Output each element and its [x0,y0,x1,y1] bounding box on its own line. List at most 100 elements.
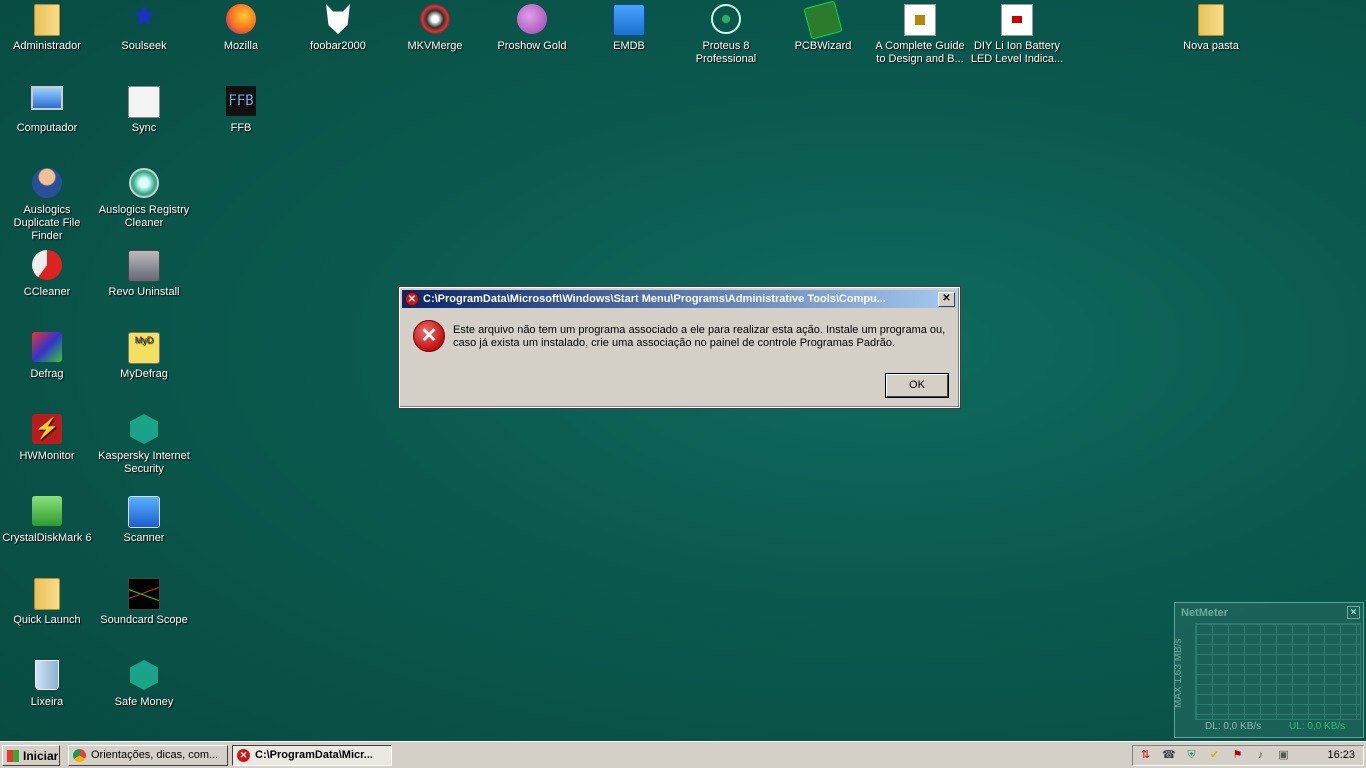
desktop-icon-label: Revo Uninstall [108,286,180,298]
error-icon: ✕ [237,749,250,762]
desktop-icon-label: A Complete Guide to Design and B... [875,40,965,65]
desktop-icon-lixeira[interactable]: Lixeira [0,656,95,709]
netmeter-upload-rate: UL: 0,0 KB/s [1289,721,1346,732]
desktop-icon-label: Kaspersky Internet Security [98,450,190,475]
netmeter-widget[interactable]: NetMeter ✕ MAX 1,63 MB/s DL: 0,0 KB/s UL… [1173,602,1364,738]
desktop-icon-label: CrystalDiskMark 6 [2,532,92,544]
desktop-icon-mozilla[interactable]: Mozilla [193,0,289,53]
desktop-icon-revo[interactable]: Revo Uninstall [96,246,192,299]
network-icon[interactable]: ☎ [1162,749,1176,762]
proshow-icon [515,4,549,36]
desktop-icon-soundcard-scope[interactable]: Soundcard Scope [96,574,192,627]
mydefrag-icon: MyD [127,332,161,364]
netmeter-download-rate: DL: 0,0 KB/s [1205,721,1262,732]
desktop-icon-label: MKVMerge [407,40,463,52]
desktop-icon-label: Defrag [30,368,64,380]
revo-uninstaller-icon [127,250,161,282]
desktop-icon-label: Auslogics Duplicate File Finder [13,204,81,242]
auslogics-registry-icon [127,168,161,200]
soulseek-bird-icon [127,4,161,36]
dialog-title: C:\ProgramData\Microsoft\Windows\Start M… [423,293,886,305]
desktop-icon-soulseek[interactable]: Soulseek [96,0,192,53]
emdb-clapper-icon [612,4,646,36]
recycle-bin-icon [30,660,64,692]
firefox-icon [224,4,258,36]
monitor-icon[interactable]: ▣ [1277,749,1290,762]
desktop-icon-administrador[interactable]: Administrador [0,0,95,53]
security-check-icon[interactable]: ✔ [1208,749,1221,762]
desktop-icon-safe-money[interactable]: Safe Money [96,656,192,709]
desktop-icon-label: Administrador [13,40,81,52]
taskbar-item-label: Orientações, dicas, com... [91,749,219,761]
ffb-icon: FFB [224,86,258,118]
desktop-icon-label: EMDB [613,40,645,52]
desktop-icon-crystaldiskmark[interactable]: CrystalDiskMark 6 [0,492,95,545]
netmeter-max-label: MAX 1,63 MB/s [1173,638,1184,708]
desktop-icon-nova-pasta[interactable]: Nova pasta [1163,0,1259,53]
close-button[interactable]: ✕ [938,292,955,307]
oscilloscope-icon [127,578,161,610]
clock[interactable]: 16:23 [1327,746,1355,765]
desktop-icon-mydefrag[interactable]: MyD MyDefrag [96,328,192,381]
desktop-icon-ccleaner[interactable]: CCleaner [0,246,95,299]
desktop-icon-diy-battery[interactable]: DIY Li Ion Battery LED Level Indica... [969,0,1065,66]
kaspersky-icon [127,414,161,446]
desktop-icon-computador[interactable]: Computador [0,82,95,135]
desktop-icon-label: HWMonitor [19,450,75,462]
ok-button[interactable]: OK [885,373,949,398]
desktop-icon-emdb[interactable]: EMDB [581,0,677,53]
taskbar-item-error-dialog[interactable]: ✕ C:\ProgramData\Micr... [232,745,392,766]
user-folder-icon [30,4,64,36]
scanner-icon [127,496,161,528]
desktop-icon-auslogics-registry[interactable]: Auslogics Registry Cleaner [96,164,192,230]
desktop-icon-label: Soundcard Scope [100,614,188,626]
shield-icon[interactable]: ⛨ [1185,749,1198,762]
video-file-icon [903,4,937,36]
flag-warning-icon[interactable]: ⚑ [1231,749,1244,762]
desktop-icon-ffb[interactable]: FFB FFB [193,82,289,135]
desktop-icon-label: Lixeira [30,696,64,708]
error-icon: ✕ [405,292,419,306]
start-button[interactable]: Iniciar [2,745,60,766]
folder-icon [1194,4,1228,36]
desktop-icon-kaspersky[interactable]: Kaspersky Internet Security [96,410,192,476]
desktop-icon-auslogics-duplicate[interactable]: Auslogics Duplicate File Finder [0,164,95,243]
desktop-icon-scanner[interactable]: Scanner [96,492,192,545]
desktop-icon-complete-guide[interactable]: A Complete Guide to Design and B... [872,0,968,66]
desktop-icon-label: Quick Launch [13,614,81,626]
taskbar: Iniciar Orientações, dicas, com... ✕ C:\… [0,741,1366,768]
desktop-icon-pcbwizard[interactable]: PCBWizard [775,0,871,53]
taskbar-item-chrome[interactable]: Orientações, dicas, com... [68,745,228,766]
desktop-icon-hwmonitor[interactable]: ⚡ HWMonitor [0,410,95,463]
mkvmerge-icon [418,4,452,36]
desktop-icon-label: FFB [230,122,252,134]
desktop-icon-label: DIY Li Ion Battery LED Level Indica... [970,40,1064,65]
desktop-icon-label: Proteus 8 Professional [695,40,757,65]
safe-money-icon [127,660,161,692]
volume-icon[interactable]: ♪ [1254,749,1267,762]
desktop-icon-mkvmerge[interactable]: MKVMerge [387,0,483,53]
folder-icon [30,578,64,610]
defrag-icon [30,332,64,364]
desktop-icon-label: Safe Money [114,696,174,708]
desktop-icon-label: MyDefrag [120,368,168,380]
desktop-icon-label: Sync [131,122,157,134]
netmeter-close-button[interactable]: ✕ [1347,606,1360,619]
desktop-icon-proteus[interactable]: Proteus 8 Professional [678,0,774,66]
desktop-icon-proshow-gold[interactable]: Proshow Gold [484,0,580,53]
desktop-icon-foobar2000[interactable]: foobar2000 [290,0,386,53]
desktop-icon-sync[interactable]: Sync [96,82,192,135]
video-file-icon [1000,4,1034,36]
computer-icon [30,86,64,118]
desktop-icon-quick-launch[interactable]: Quick Launch [0,574,95,627]
error-dialog: ✕ C:\ProgramData\Microsoft\Windows\Start… [398,286,961,409]
error-icon: ✕ [413,320,445,352]
desktop-icon-defrag[interactable]: Defrag [0,328,95,381]
desktop-icon-label: Auslogics Registry Cleaner [98,204,190,229]
desktop-icon-label: Proshow Gold [497,40,567,52]
netmeter-title: NetMeter [1181,607,1229,619]
dialog-title-bar[interactable]: ✕ C:\ProgramData\Microsoft\Windows\Start… [402,290,957,308]
desktop-icon-label: CCleaner [23,286,71,298]
auslogics-duplicate-icon [30,168,64,200]
arrows-icon[interactable]: ⇅ [1139,749,1152,762]
